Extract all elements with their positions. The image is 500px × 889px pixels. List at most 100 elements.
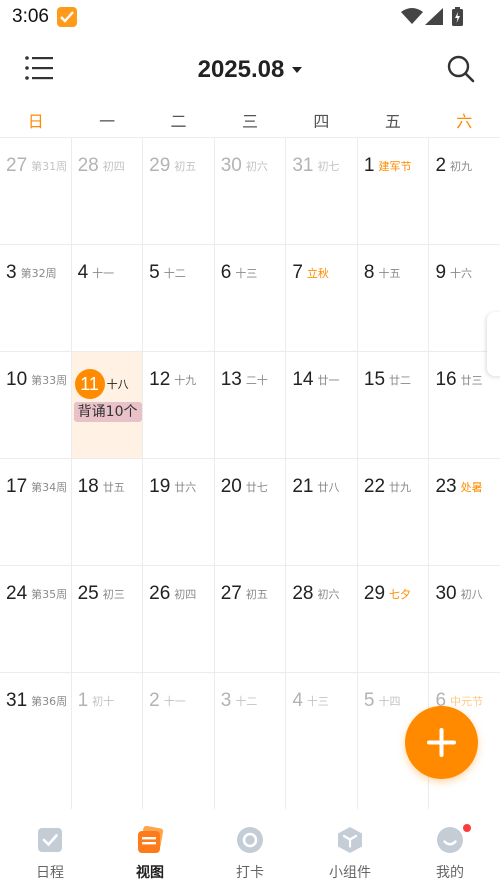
search-button[interactable] (446, 54, 476, 84)
festival-label: 立秋 (306, 267, 329, 280)
day-cell[interactable]: 18 廿五 (72, 459, 144, 565)
day-header: 30 初六 (221, 155, 268, 177)
festival-label: 七夕 (389, 588, 412, 601)
day-header: 4 十一 (78, 262, 115, 284)
nav-checkin[interactable]: 打卡 (200, 812, 300, 889)
day-cell[interactable]: 13 二十 (215, 352, 287, 458)
day-header: 13 二十 (221, 369, 268, 391)
day-number: 31 (292, 155, 314, 176)
day-cell[interactable]: 4 十三 (286, 673, 358, 809)
nav-label: 日程 (36, 865, 64, 881)
day-cell[interactable]: 1 初十 (72, 673, 144, 809)
month-selector[interactable]: 2025.08 (0, 56, 500, 84)
day-cell[interactable]: 3 第32周 (0, 245, 72, 351)
day-cell[interactable]: 3 十二 (215, 673, 287, 809)
lunar-date-label: 初七 (317, 160, 340, 173)
plus-icon (427, 728, 456, 757)
week-row: 24 第35周 25 初三 26 初四 27 初五 28 初六 29 七夕 30 初八 (0, 566, 500, 673)
lunar-date-label: 初九 (450, 160, 473, 173)
day-cell[interactable]: 29 初五 (143, 138, 215, 244)
day-number: 6 (220, 262, 232, 283)
day-cell[interactable]: 22 廿九 (358, 459, 430, 565)
lunar-date-label: 廿六 (174, 481, 197, 494)
lunar-date-label: 初十 (92, 695, 115, 708)
day-cell[interactable]: 23 处暑 (429, 459, 500, 565)
day-cell[interactable]: 5 十二 (143, 245, 215, 351)
day-cell[interactable]: 31 第36周 (0, 673, 72, 809)
lunar-date-label: 廿三 (460, 374, 483, 387)
weekday-header: 日一二三四五六 (0, 108, 500, 136)
festival-label: 处暑 (460, 481, 483, 494)
day-cell[interactable]: 27 第31周 (0, 138, 72, 244)
day-cell[interactable]: 2 十一 (143, 673, 215, 809)
day-header: 16 廿三 (435, 369, 482, 391)
nav-view[interactable]: 视图 (100, 812, 200, 889)
day-number: 28 (77, 155, 99, 176)
day-number: 24 (6, 583, 28, 604)
day-cell[interactable]: 12 十九 (143, 352, 215, 458)
nav-schedule[interactable]: 日程 (0, 812, 100, 889)
day-cell[interactable]: 29 七夕 (358, 566, 430, 672)
lunar-date-label: 十一 (163, 695, 186, 708)
day-cell[interactable]: 6 十三 (215, 245, 287, 351)
day-cell[interactable]: 28 初六 (286, 566, 358, 672)
day-cell[interactable]: 14 廿一 (286, 352, 358, 458)
day-number: 7 (292, 262, 303, 283)
day-header: 4 十三 (292, 690, 329, 712)
lunar-date-label: 十三 (235, 267, 258, 280)
view-icon (138, 826, 164, 853)
lunar-date-label: 初四 (174, 588, 197, 601)
day-number: 29 (363, 583, 386, 604)
battery-icon (452, 7, 463, 26)
day-cell[interactable]: 19 廿六 (143, 459, 215, 565)
nav-profile[interactable]: 我的 (400, 812, 500, 889)
day-cell[interactable]: 15 廿二 (358, 352, 430, 458)
lunar-date-label: 廿九 (389, 481, 412, 494)
profile-icon (437, 827, 463, 853)
day-cell[interactable]: 25 初三 (72, 566, 144, 672)
lunar-date-label: 初八 (460, 588, 483, 601)
day-number: 1 (363, 155, 375, 176)
day-header: 8 十五 (364, 262, 401, 284)
day-cell[interactable]: 26 初四 (143, 566, 215, 672)
day-number: 28 (292, 583, 314, 604)
day-number: 25 (77, 583, 99, 604)
week-row: 17 第34周 18 廿五 19 廿六 20 廿七 21 廿八 22 廿九 23 处暑 (0, 459, 500, 566)
day-number: 31 (6, 690, 28, 711)
day-cell-today[interactable]: 11 十八 背诵10个 (71, 352, 144, 458)
day-cell[interactable]: 24 第35周 (0, 566, 72, 672)
day-number: 10 (6, 369, 28, 390)
week-number-label: 第36周 (31, 695, 68, 708)
day-number: 8 (363, 262, 375, 283)
day-number: 27 (6, 155, 28, 176)
day-cell[interactable]: 30 初八 (429, 566, 500, 672)
day-cell[interactable]: 7 立秋 (286, 245, 358, 351)
nav-widgets[interactable]: 小组件 (300, 812, 400, 889)
day-cell[interactable]: 28 初四 (72, 138, 144, 244)
day-cell[interactable]: 30 初六 (215, 138, 287, 244)
day-cell[interactable]: 2 初九 (429, 138, 500, 244)
day-number: 29 (149, 155, 171, 176)
side-drawer-handle[interactable] (487, 312, 500, 376)
widget-icon (338, 827, 362, 853)
day-cell[interactable]: 31 初七 (286, 138, 358, 244)
event-chip[interactable]: 背诵10个 (73, 402, 142, 422)
day-cell[interactable]: 20 廿七 (215, 459, 287, 565)
day-cell[interactable]: 10 第33周 (0, 352, 72, 458)
day-cell[interactable]: 1 建军节 (358, 138, 430, 244)
add-event-button[interactable] (405, 706, 478, 779)
status-time: 3:06 (12, 6, 49, 27)
day-header: 2 十一 (149, 690, 186, 712)
day-header: 6 十三 (221, 262, 258, 284)
day-number: 22 (363, 476, 386, 497)
day-cell[interactable]: 21 廿八 (286, 459, 358, 565)
day-cell[interactable]: 17 第34周 (0, 459, 72, 565)
day-cell[interactable]: 27 初五 (215, 566, 287, 672)
lunar-date-label: 十六 (450, 267, 473, 280)
day-header: 7 立秋 (292, 262, 329, 284)
day-header: 3 十二 (221, 690, 258, 712)
week-number-label: 第35周 (31, 588, 68, 601)
day-cell[interactable]: 8 十五 (358, 245, 430, 351)
day-number: 17 (6, 476, 28, 497)
day-cell[interactable]: 4 十一 (72, 245, 144, 351)
